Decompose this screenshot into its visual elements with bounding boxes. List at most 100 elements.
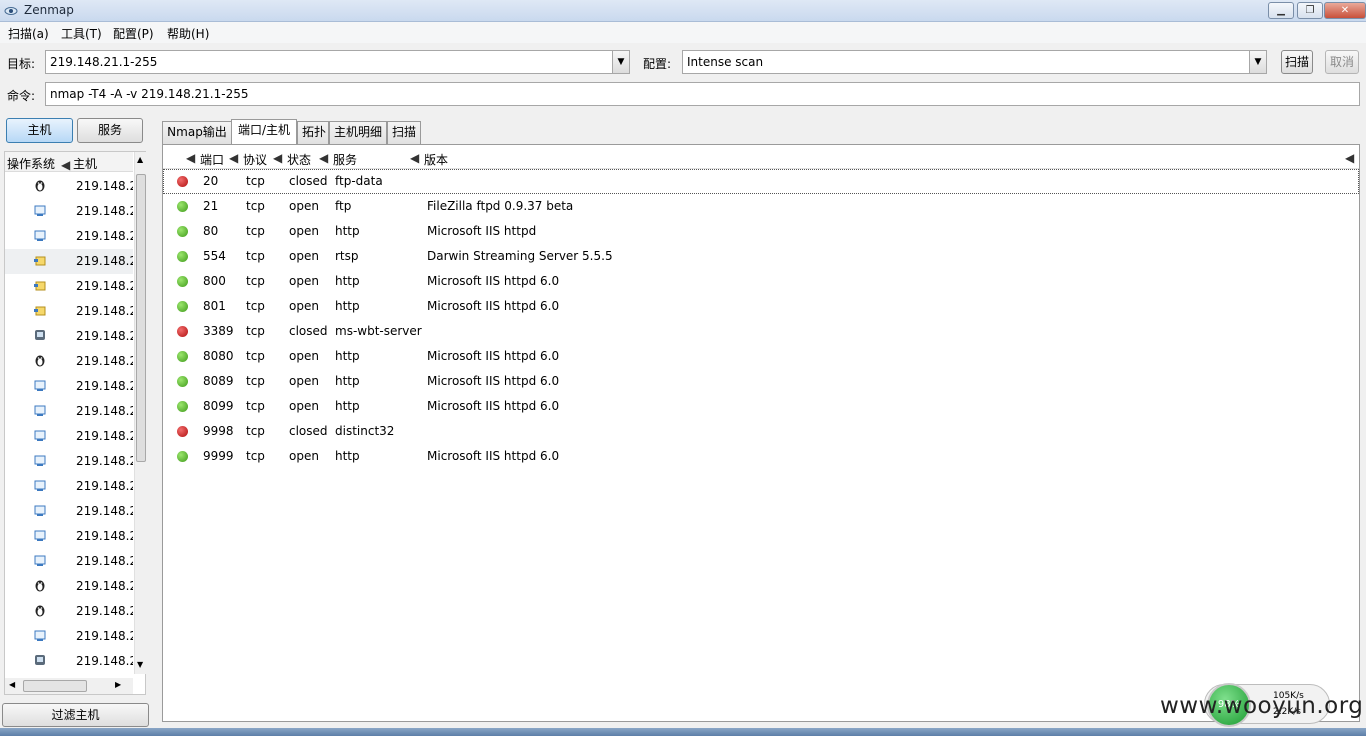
cell-proto: tcp xyxy=(246,424,265,438)
port-row[interactable]: 80 tcp open http Microsoft IIS httpd xyxy=(163,219,1359,244)
tab-scans[interactable]: 扫描 xyxy=(387,121,421,144)
column-version[interactable]: 版本 xyxy=(424,151,448,168)
port-open-status-icon xyxy=(177,251,188,262)
taskbar xyxy=(0,728,1366,736)
minimize-button[interactable]: ▁ xyxy=(1268,2,1294,19)
scan-button[interactable]: 扫描 xyxy=(1281,50,1313,74)
port-row[interactable]: 9999 tcp open http Microsoft IIS httpd 6.0 xyxy=(163,444,1359,469)
target-input[interactable] xyxy=(46,51,629,73)
target-combo[interactable]: ▼ xyxy=(45,50,630,74)
host-row[interactable]: 219.148.2 xyxy=(5,199,133,224)
cell-port: 20 xyxy=(203,174,219,188)
host-list-vscroll-thumb[interactable] xyxy=(136,174,146,462)
profile-input[interactable] xyxy=(683,51,1266,73)
column-os[interactable]: 操作系统 xyxy=(7,155,55,172)
cell-proto: tcp xyxy=(246,449,265,463)
scroll-down-icon[interactable]: ▼ xyxy=(137,660,143,669)
cell-service: http xyxy=(335,274,360,288)
host-row[interactable]: 219.148.2 xyxy=(5,349,133,374)
cell-state: open xyxy=(289,349,319,363)
port-row[interactable]: 800 tcp open http Microsoft IIS httpd 6.0 xyxy=(163,269,1359,294)
menu-tools[interactable]: 工具(T) xyxy=(61,25,102,42)
cell-version: Microsoft IIS httpd 6.0 xyxy=(427,449,560,463)
cell-state: open xyxy=(289,199,319,213)
column-host[interactable]: 主机 xyxy=(73,155,97,172)
host-row[interactable]: 219.148.2 xyxy=(5,599,133,624)
host-row[interactable]: 219.148.2 xyxy=(5,249,133,274)
host-row[interactable]: 219.148.2 xyxy=(5,449,133,474)
column-protocol[interactable]: 协议 xyxy=(243,151,267,168)
profile-dropdown-icon[interactable]: ▼ xyxy=(1249,51,1266,73)
command-field[interactable] xyxy=(45,82,1360,106)
port-row[interactable]: 9998 tcp closed distinct32 xyxy=(163,419,1359,444)
cell-proto: tcp xyxy=(246,349,265,363)
host-list-hscroll-thumb[interactable] xyxy=(23,680,87,692)
host-ip: 219.148.2 xyxy=(76,229,133,243)
cancel-button[interactable]: 取消 xyxy=(1325,50,1359,74)
port-row[interactable]: 801 tcp open http Microsoft IIS httpd 6.0 xyxy=(163,294,1359,319)
scroll-up-icon[interactable]: ▲ xyxy=(137,155,143,164)
host-row[interactable]: 219.148.2 xyxy=(5,549,133,574)
port-closed-status-icon xyxy=(177,326,188,337)
port-open-status-icon xyxy=(177,376,188,387)
services-toggle-button[interactable]: 服务 xyxy=(77,118,143,143)
host-row[interactable]: 219.148.2 xyxy=(5,624,133,649)
host-row[interactable]: 219.148.2 xyxy=(5,224,133,249)
menu-help[interactable]: 帮助(H) xyxy=(167,25,209,42)
sort-arrow-icon: ◀ xyxy=(319,151,329,165)
close-button[interactable]: ✕ xyxy=(1324,2,1366,19)
filter-hosts-button[interactable]: 过滤主机 xyxy=(2,703,149,727)
host-row[interactable]: 219.148.2 xyxy=(5,299,133,324)
profile-combo[interactable]: ▼ xyxy=(682,50,1267,74)
tab-ports-hosts[interactable]: 端口/主机 xyxy=(231,119,297,144)
port-row[interactable]: 8099 tcp open http Microsoft IIS httpd 6.0 xyxy=(163,394,1359,419)
cell-state: open xyxy=(289,274,319,288)
sort-arrow-icon: ◀ xyxy=(229,151,239,165)
host-row[interactable]: 219.148.2 xyxy=(5,399,133,424)
ports-table-panel: ◀ 端口 ◀ 协议 ◀ 状态 ◀ 服务 ◀ 版本 ◀ 20 tcp closed ft… xyxy=(162,144,1360,722)
tab-nmap-output[interactable]: Nmap输出 xyxy=(162,121,232,144)
command-input[interactable] xyxy=(46,83,1359,105)
host-list-hscrollbar[interactable]: ◀ ▶ xyxy=(5,678,133,694)
host-row[interactable]: 219.148.2 xyxy=(5,474,133,499)
menu-scan[interactable]: 扫描(a) xyxy=(8,25,49,42)
hosts-toggle-button[interactable]: 主机 xyxy=(6,118,73,143)
cell-proto: tcp xyxy=(246,374,265,388)
host-row[interactable]: 219.148.2 xyxy=(5,174,133,199)
host-row[interactable]: 219.148.2 xyxy=(5,524,133,549)
host-ip: 219.148.2 xyxy=(76,404,133,418)
scroll-right-icon[interactable]: ▶ xyxy=(115,680,121,689)
port-row[interactable]: 554 tcp open rtsp Darwin Streaming Server 5.… xyxy=(163,244,1359,269)
cell-version: Microsoft IIS httpd 6.0 xyxy=(427,374,560,388)
menu-profile[interactable]: 配置(P) xyxy=(113,25,154,42)
port-row[interactable]: 20 tcp closed ftp-data xyxy=(163,169,1359,194)
tab-host-details[interactable]: 主机明细 xyxy=(329,121,387,144)
sort-arrow-icon: ◀ xyxy=(410,151,420,165)
host-row[interactable]: 219.148.2 xyxy=(5,274,133,299)
host-row[interactable]: 219.148.2 xyxy=(5,499,133,524)
host-row[interactable]: 219.148.2 xyxy=(5,424,133,449)
host-row[interactable]: 219.148.2 xyxy=(5,574,133,599)
port-row[interactable]: 21 tcp open ftp FileZilla ftpd 0.9.37 beta xyxy=(163,194,1359,219)
port-row[interactable]: 8089 tcp open http Microsoft IIS httpd 6.0 xyxy=(163,369,1359,394)
scroll-left-icon[interactable]: ◀ xyxy=(9,680,15,689)
target-dropdown-icon[interactable]: ▼ xyxy=(612,51,629,73)
tab-topology[interactable]: 拓扑 xyxy=(297,121,329,144)
cell-proto: tcp xyxy=(246,299,265,313)
column-port[interactable]: 端口 xyxy=(200,151,224,168)
column-state[interactable]: 状态 xyxy=(287,151,311,168)
host-ip: 219.148.2 xyxy=(76,629,133,643)
host-row[interactable]: 219.148.2 xyxy=(5,374,133,399)
port-row[interactable]: 3389 tcp closed ms-wbt-server xyxy=(163,319,1359,344)
port-row[interactable]: 8080 tcp open http Microsoft IIS httpd 6.0 xyxy=(163,344,1359,369)
host-list-vscrollbar[interactable]: ▲ ▼ xyxy=(134,152,146,674)
cell-service: distinct32 xyxy=(335,424,395,438)
target-label: 目标: xyxy=(7,57,36,71)
host-row[interactable]: 219.148.2 xyxy=(5,324,133,349)
window-title: Zenmap xyxy=(24,3,74,17)
host-row[interactable]: 219.148.2 xyxy=(5,649,133,674)
column-service[interactable]: 服务 xyxy=(333,151,357,168)
mac-icon xyxy=(33,329,47,342)
cell-service: http xyxy=(335,374,360,388)
maximize-button[interactable]: ❐ xyxy=(1297,2,1323,19)
